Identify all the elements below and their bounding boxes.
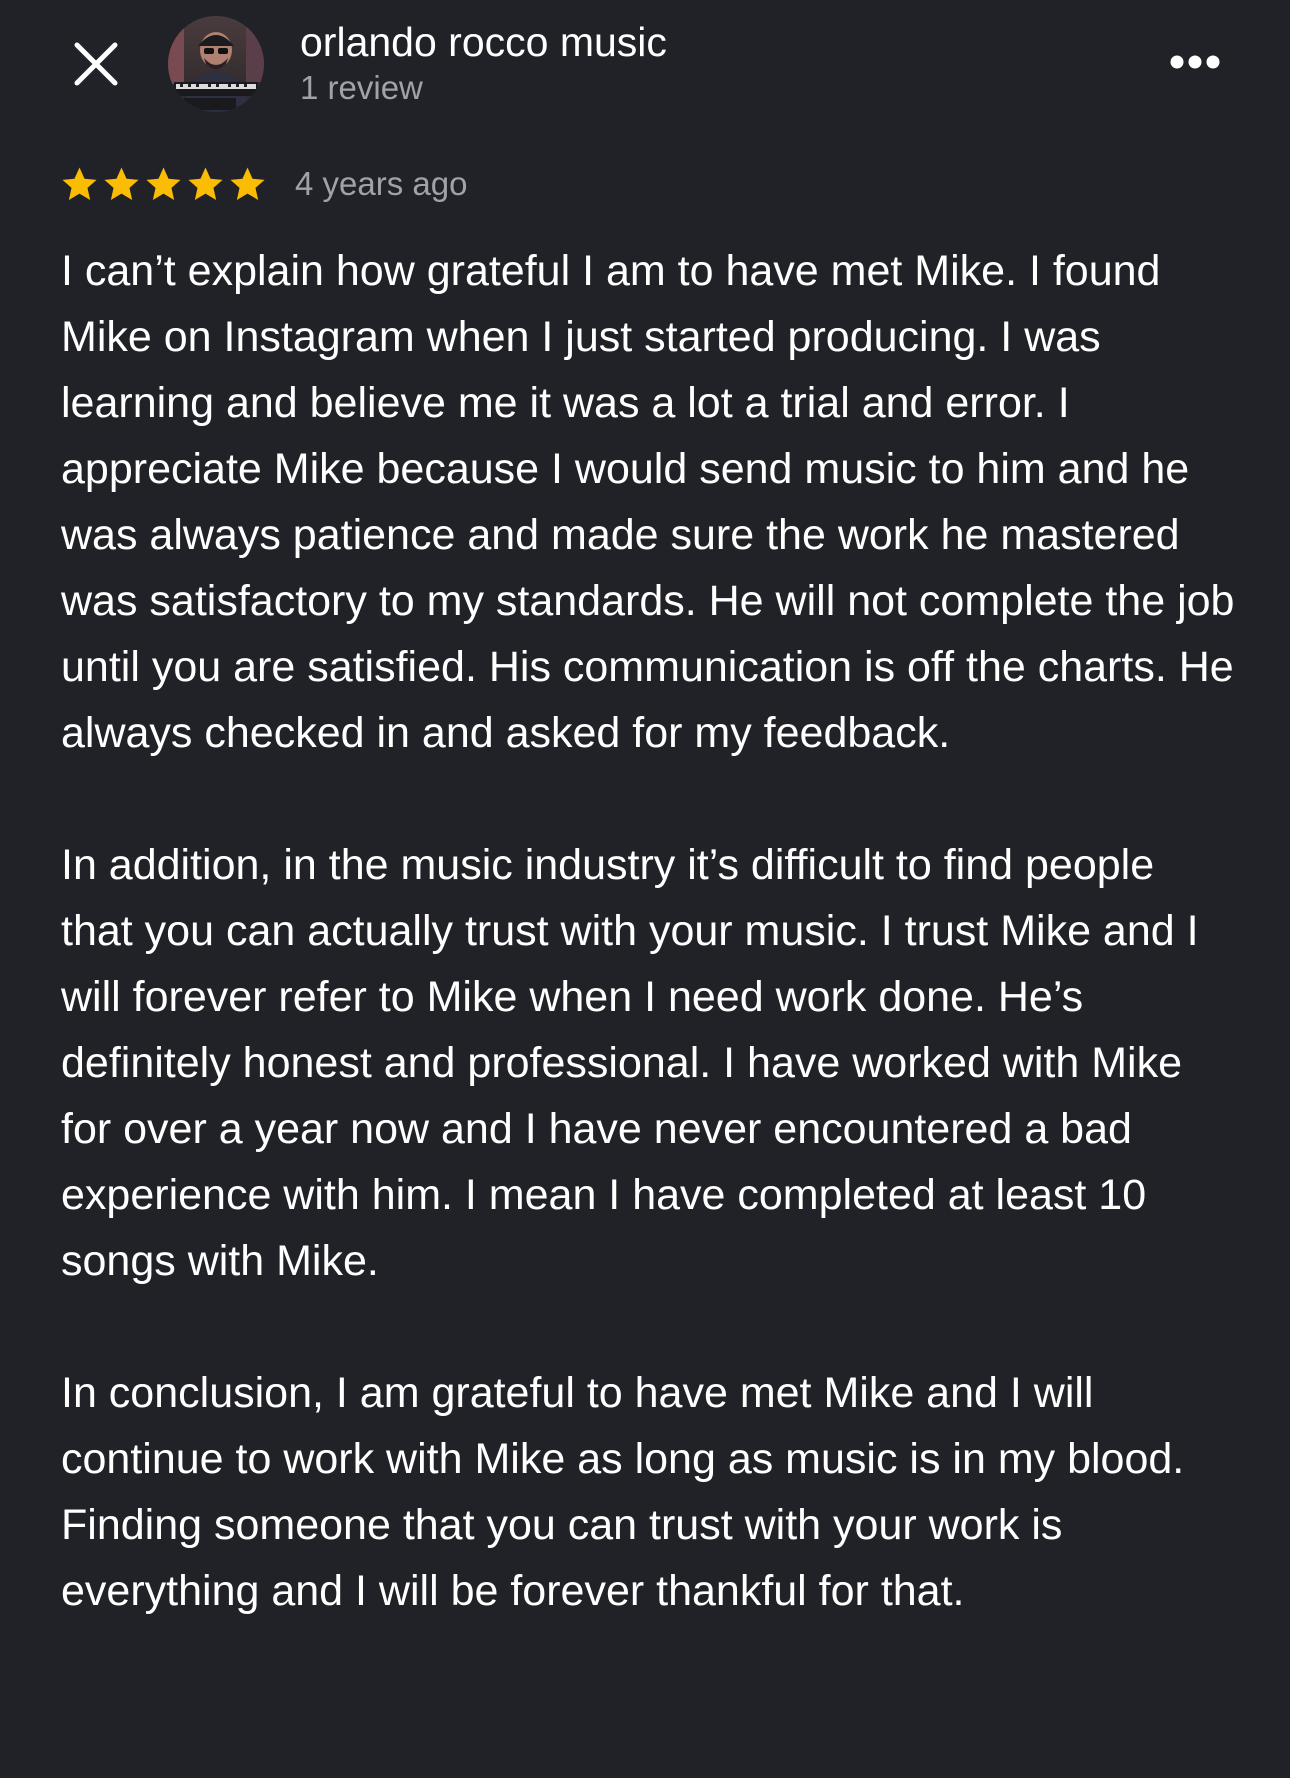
reviewer-review-count: 1 review — [300, 69, 423, 106]
star-icon — [230, 166, 265, 200]
review-text: I can’t explain how grateful I am to hav… — [61, 238, 1236, 1624]
star-icon — [146, 166, 181, 200]
review-paragraph: I can’t explain how grateful I am to hav… — [61, 247, 1235, 757]
star-icon — [188, 166, 223, 200]
reviewer-name[interactable]: orlando rocco music — [300, 16, 667, 68]
more-horizontal-icon — [1170, 55, 1220, 69]
star-rating — [60, 165, 267, 204]
close-icon — [74, 42, 118, 86]
review-paragraph: In conclusion, I am grateful to have met… — [61, 1369, 1185, 1615]
review-timestamp: 4 years ago — [295, 165, 468, 202]
rating-row: 4 years ago — [60, 158, 467, 210]
reviewer-avatar[interactable] — [168, 16, 264, 112]
star-icon — [62, 166, 97, 200]
star-icon — [104, 166, 139, 200]
review-header: orlando rocco music 1 review — [0, 0, 1290, 130]
close-button[interactable] — [66, 36, 126, 92]
review-paragraph: In addition, in the music industry it’s … — [61, 841, 1199, 1285]
more-options-button[interactable] — [1162, 38, 1228, 86]
